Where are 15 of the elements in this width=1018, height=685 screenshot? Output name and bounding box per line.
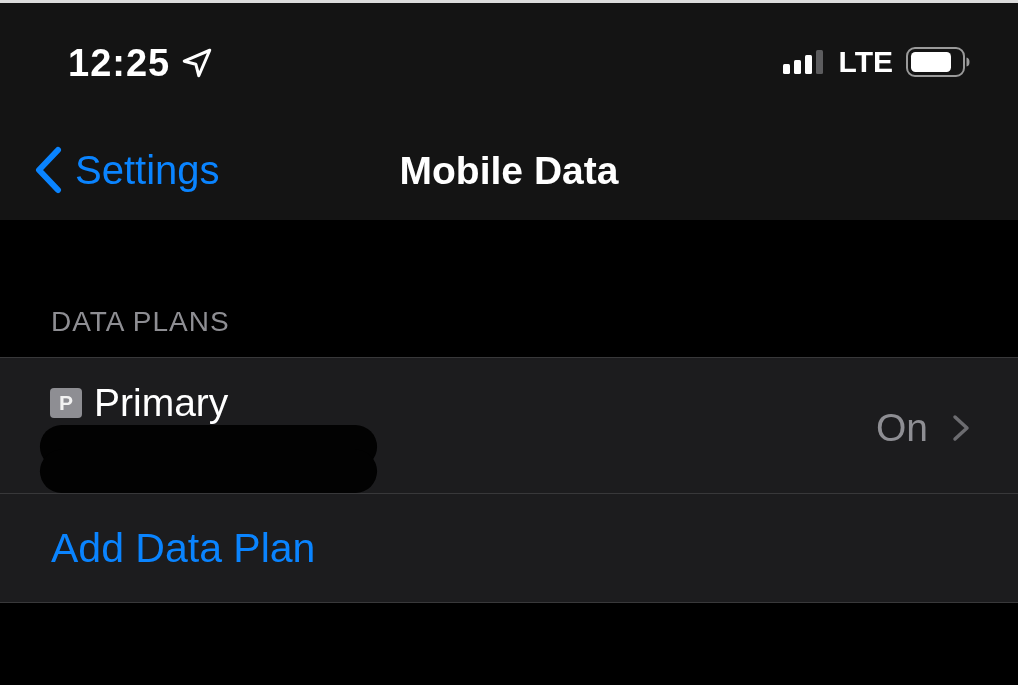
plan-name: Primary [94,383,229,422]
chevron-left-icon [33,146,63,194]
screen-title: Mobile Data [399,150,619,190]
plan-letter-tag: P [50,387,82,418]
battery-icon [906,47,970,77]
section-header: DATA PLANS [51,308,230,336]
back-button[interactable]: Settings [33,146,220,194]
status-time: 12:25 [68,44,171,82]
plan-status: On [875,408,928,447]
data-plan-row[interactable]: P Primary On [0,358,1018,494]
signal-bars-icon [782,50,825,74]
network-type: LTE [838,47,893,77]
location-arrow-icon [182,48,213,78]
add-data-plan-button[interactable]: Add Data Plan [0,494,1018,602]
chevron-right-icon [952,413,970,442]
